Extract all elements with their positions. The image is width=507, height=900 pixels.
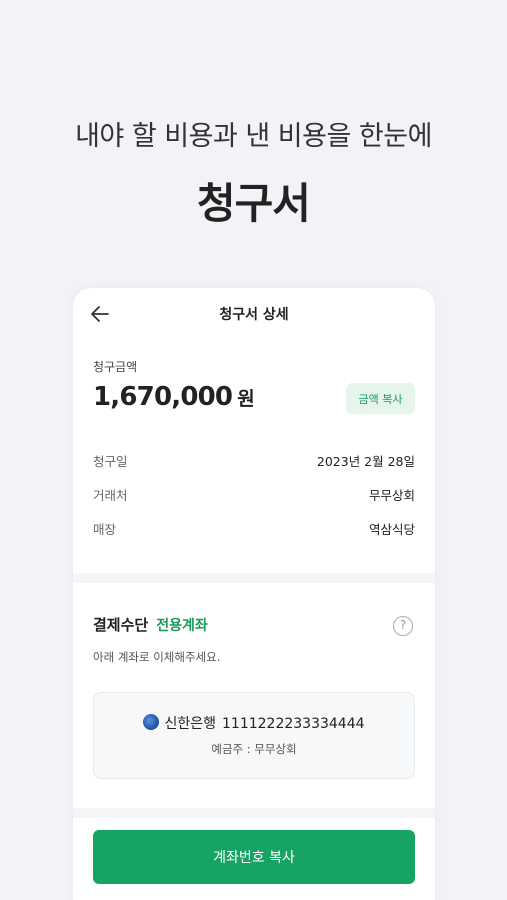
amount: 1,670,000 원 bbox=[93, 382, 255, 412]
bank-line: 신한은행 1111222233334444 bbox=[94, 713, 414, 733]
bank-name: 신한은행 bbox=[164, 716, 216, 732]
detail-value: 무무상회 bbox=[368, 488, 415, 503]
detail-row-store: 매장 역삼식당 bbox=[93, 519, 415, 539]
detail-value: 2023년 2월 28일 bbox=[316, 454, 415, 469]
detail-row-date: 청구일 2023년 2월 28일 bbox=[93, 451, 415, 471]
bank-logo-icon bbox=[143, 714, 160, 730]
section-divider bbox=[73, 808, 435, 818]
account-number: 1111222233334444 bbox=[222, 716, 365, 732]
top-bar: 청구서 상세 bbox=[73, 288, 435, 340]
detail-label: 매장 bbox=[93, 522, 117, 537]
amount-label: 청구금액 bbox=[93, 360, 138, 374]
copy-amount-button[interactable]: 금액 복사 bbox=[346, 383, 415, 414]
account-box: 신한은행 1111222233334444 예금주 : 무무상회 bbox=[93, 692, 415, 779]
amount-value: 1,670,000 bbox=[93, 382, 233, 412]
detail-row-vendor: 거래처 무무상회 bbox=[93, 485, 415, 505]
payment-heading-label: 결제수단 bbox=[93, 616, 149, 634]
screen-title: 청구서 상세 bbox=[219, 307, 289, 323]
promo-title: 청구서 bbox=[197, 179, 311, 228]
payment-description: 아래 계좌로 이체해주세요. bbox=[93, 650, 221, 664]
invoice-detail-screen: 청구서 상세 청구금액 1,670,000 원 금액 복사 청구일 2023년 2… bbox=[73, 288, 435, 900]
help-icon[interactable]: ? bbox=[393, 616, 413, 636]
copy-account-button[interactable]: 계좌번호 복사 bbox=[93, 830, 415, 884]
payment-heading: 결제수단 전용계좌 bbox=[93, 614, 208, 635]
account-holder: 예금주 : 무무상회 bbox=[211, 742, 297, 756]
payment-type: 전용계좌 bbox=[156, 618, 208, 634]
promo-headline: 내야 할 비용과 낸 비용을 한눈에 bbox=[75, 121, 432, 152]
detail-label: 거래처 bbox=[93, 488, 128, 503]
detail-value: 역삼식당 bbox=[368, 522, 415, 537]
amount-unit: 원 bbox=[237, 388, 255, 410]
detail-label: 청구일 bbox=[93, 454, 128, 469]
section-divider bbox=[73, 573, 435, 583]
